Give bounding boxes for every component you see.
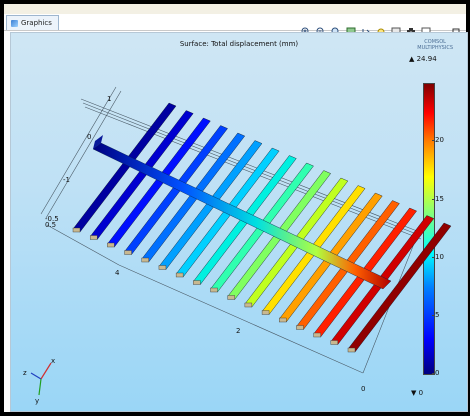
finger-anchor [227,295,235,300]
triad-z-label: z [23,369,27,377]
app-window: Graphics Surface: Total displacement (mm… [4,4,468,412]
colorbar-tick-label: 15 [435,194,444,203]
finger-anchor [261,310,270,315]
tab-bar: Graphics [4,14,466,37]
finger-anchor [210,287,218,293]
finger-anchor [175,272,184,278]
finger-anchor [107,242,115,248]
finger-anchor [279,317,287,323]
axis-tick-label: 0 [87,133,91,141]
finger-anchor [72,227,81,233]
finger-anchor [296,325,304,330]
graphics-icon [11,19,18,27]
axis-tick-label: 1 [107,95,111,103]
axis-triad: x z y [23,357,55,405]
model-geometry: 1 0 -1 -0.5 0.5 4 2 0 x z y [23,86,452,405]
finger-anchor [347,347,356,353]
colorbar-tick-label: 10 [435,252,444,261]
triad-x-label: x [51,357,55,365]
graphics-viewport[interactable]: Surface: Total displacement (mm) COMSOL … [10,32,468,412]
finger-anchor [193,280,201,285]
finger-anchor [124,250,132,255]
axis-tick-label: 2 [236,327,240,335]
finger-anchor [330,340,339,345]
finger-anchor [89,235,98,240]
finger-anchor [244,302,253,308]
axis-tick-label: 0 [361,385,365,393]
axis-tick-label: 4 [115,269,120,277]
colorbar-tick-label: 20 [435,136,444,145]
tab-graphics[interactable]: Graphics [6,15,59,30]
colorbar-tick-label: 5 [435,310,440,319]
axis-tick-label: -1 [63,176,70,184]
finger-anchor [313,332,321,338]
colorbar-tick-label: 0 [435,369,440,377]
finger-anchor [141,257,149,263]
tab-label: Graphics [21,19,52,27]
triad-y-label: y [35,397,39,405]
finger-anchor [158,265,167,270]
axis-tick-label: 0.5 [45,221,56,229]
